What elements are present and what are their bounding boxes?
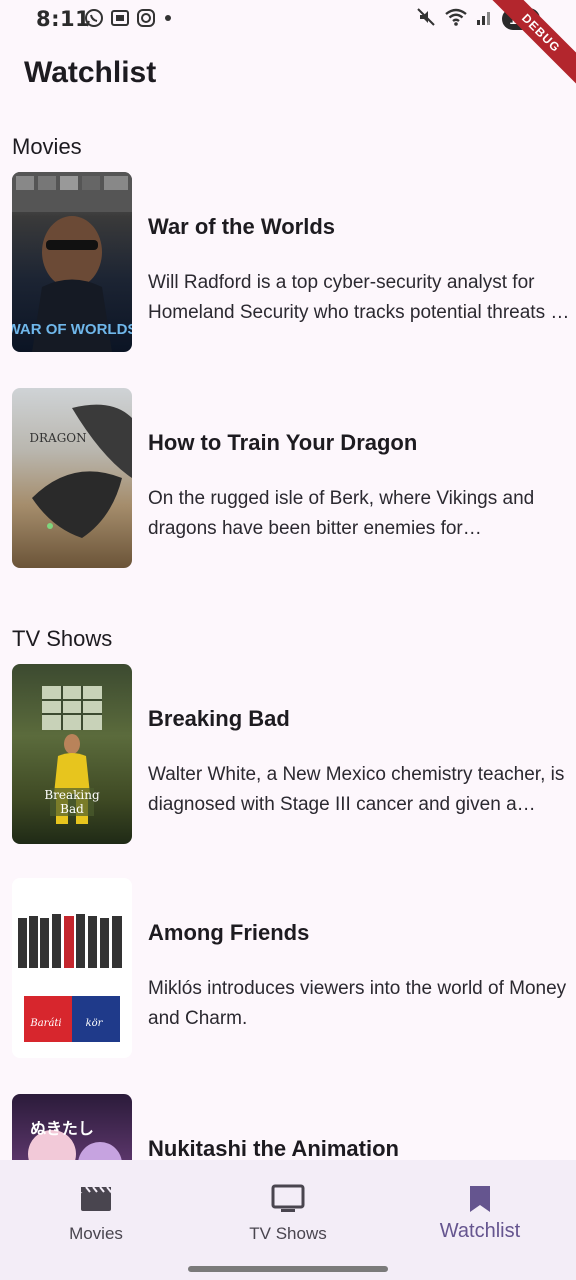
status-left-icons bbox=[84, 8, 174, 32]
poster-image: Breaking Bad bbox=[12, 664, 132, 844]
nav-item-tv-shows[interactable]: TV Shows bbox=[192, 1160, 384, 1260]
list-item[interactable]: Breaking Bad Breaking Bad Walter White, … bbox=[12, 664, 572, 844]
nav-item-watchlist[interactable]: Watchlist bbox=[384, 1160, 576, 1260]
svg-text:WAR OF WORLDS: WAR OF WORLDS bbox=[12, 321, 132, 338]
status-right-icons: 100 bbox=[416, 7, 540, 31]
poster-image: ぬきたし bbox=[12, 1094, 132, 1160]
item-title: War of the Worlds bbox=[148, 214, 335, 239]
svg-text:Baráti: Baráti bbox=[29, 1018, 61, 1029]
status-bar: 8:11 100 DEBUG bbox=[0, 0, 576, 87]
list-item[interactable]: Baráti kör Among Friends Miklós introduc… bbox=[12, 878, 572, 1058]
item-description: Miklós introduces viewers into the world… bbox=[148, 978, 567, 1029]
page-title: Watchlist bbox=[24, 56, 157, 89]
whatsapp-icon bbox=[84, 8, 104, 32]
signal-icon bbox=[476, 7, 494, 31]
dot-icon bbox=[162, 8, 174, 32]
item-title: Among Friends bbox=[148, 920, 310, 945]
svg-text:DRAGON: DRAGON bbox=[29, 431, 86, 445]
item-description: On the rugged isle of Berk, where Viking… bbox=[148, 488, 535, 539]
list-item[interactable]: WAR OF WORLDS War of the Worlds Will Rad… bbox=[12, 172, 572, 352]
status-time: 8:11 bbox=[36, 7, 91, 31]
item-title: How to Train Your Dragon bbox=[148, 430, 418, 455]
item-title: Nukitashi the Animation bbox=[148, 1136, 399, 1160]
svg-text:Bad: Bad bbox=[60, 802, 84, 816]
screenshot-icon bbox=[110, 8, 130, 32]
nav-label-watchlist: Watchlist bbox=[439, 1220, 521, 1242]
screen: 8:11 100 DEBUG Watchlist Movies WAR OF W… bbox=[0, 0, 576, 1280]
poster-image: Baráti kör bbox=[12, 878, 132, 1058]
poster-image: WAR OF WORLDS bbox=[12, 172, 132, 352]
section-header-movies: Movies bbox=[12, 134, 82, 159]
home-indicator[interactable] bbox=[188, 1266, 388, 1272]
bottom-navigation: Movies TV Shows Watchlist bbox=[0, 1160, 576, 1280]
watchlist-content[interactable]: Movies WAR OF WORLDS War of the Worlds W… bbox=[0, 120, 576, 1160]
bookmark-icon bbox=[468, 1184, 492, 1218]
nav-label-movies: Movies bbox=[69, 1224, 123, 1243]
nav-label-tv-shows: TV Shows bbox=[249, 1224, 327, 1243]
svg-text:ぬきたし: ぬきたし bbox=[30, 1119, 94, 1138]
tv-icon bbox=[271, 1184, 305, 1218]
item-description: Will Radford is a top cyber-security ana… bbox=[148, 272, 567, 323]
section-header-tv-shows: TV Shows bbox=[12, 626, 113, 651]
item-description: Walter White, a New Mexico chemistry tea… bbox=[148, 764, 565, 815]
movie-clapper-icon bbox=[80, 1184, 112, 1216]
wifi-icon bbox=[444, 7, 468, 31]
poster-image: DRAGON bbox=[12, 388, 132, 568]
list-item[interactable]: ぬきたし Nukitashi the Animation bbox=[12, 1094, 572, 1160]
svg-text:Breaking: Breaking bbox=[44, 788, 100, 802]
svg-text:kör: kör bbox=[86, 1018, 104, 1029]
battery-icon: 100 bbox=[502, 8, 540, 30]
item-title: Breaking Bad bbox=[148, 706, 290, 731]
nav-item-movies[interactable]: Movies bbox=[0, 1160, 192, 1260]
instagram-icon bbox=[136, 8, 156, 32]
list-item[interactable]: DRAGON How to Train Your Dragon On the r… bbox=[12, 388, 572, 568]
mute-icon bbox=[416, 7, 436, 31]
